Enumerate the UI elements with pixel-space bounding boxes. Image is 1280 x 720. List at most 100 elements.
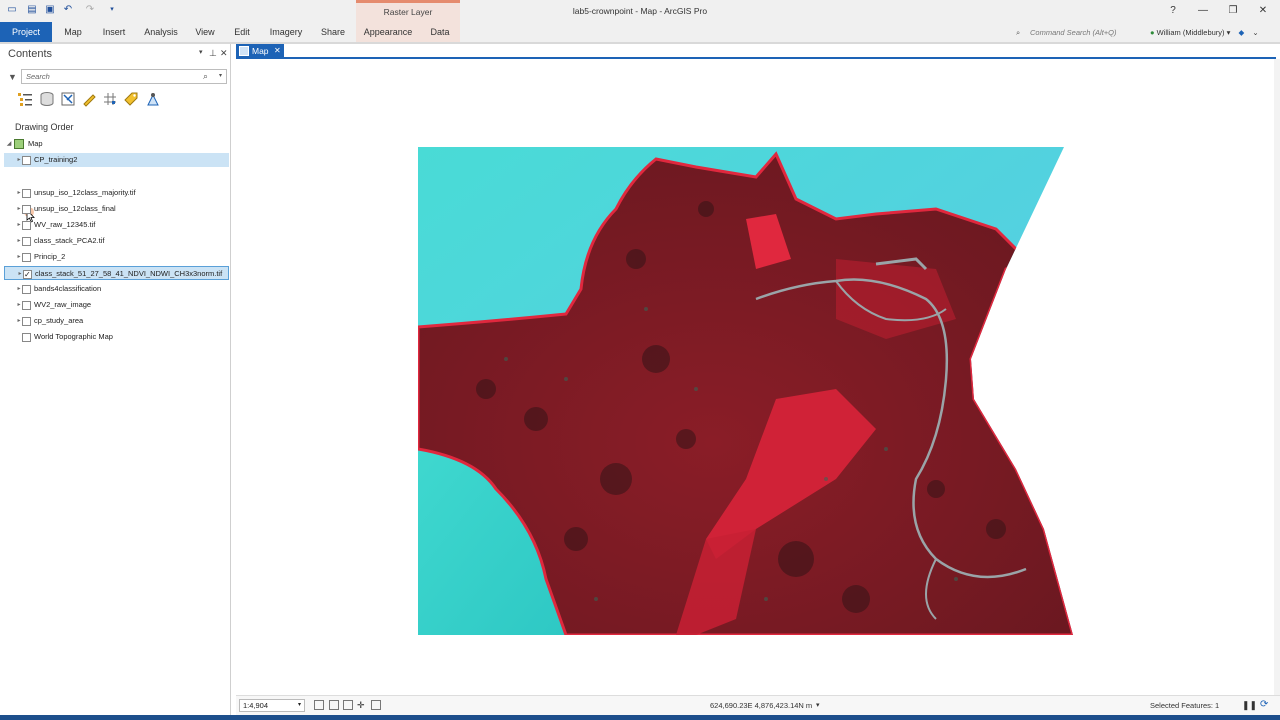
layer-row[interactable]: ▸ CP_training2 bbox=[4, 153, 229, 167]
visibility-checkbox[interactable] bbox=[22, 333, 31, 342]
refresh-icon[interactable]: ⟳ bbox=[1260, 699, 1268, 710]
list-by-drawing-order-icon[interactable] bbox=[17, 91, 33, 107]
tab-view[interactable]: View bbox=[190, 22, 220, 42]
map-tab-label: Map bbox=[252, 46, 269, 56]
layer-name: World Topographic Map bbox=[34, 332, 113, 341]
layer-row[interactable]: World Topographic Map bbox=[4, 330, 229, 344]
close-pane-icon[interactable]: ✕ bbox=[220, 48, 228, 59]
visibility-checkbox[interactable] bbox=[22, 253, 31, 262]
close-icon[interactable]: ✕ bbox=[274, 44, 281, 58]
open-project-icon[interactable]: ▤ bbox=[26, 4, 38, 16]
layer-name: Princip_2 bbox=[34, 252, 66, 261]
search-icon: ⌕ bbox=[1016, 28, 1021, 37]
map-canvas[interactable] bbox=[236, 59, 1274, 695]
layer-row[interactable]: ▸ WV_raw_12345.tif bbox=[4, 218, 229, 232]
layer-row-selected[interactable]: ▸ class_stack_51_27_58_41_NDVI_NDWI_CH3x… bbox=[4, 266, 229, 282]
layer-name: CP_training2 bbox=[34, 155, 78, 164]
scale-value: 1:4,904 bbox=[243, 701, 269, 710]
command-search-placeholder: Command Search (Alt+Q) bbox=[1030, 28, 1117, 37]
coordinates-readout: 624,690.23E 4,876,423.14N m bbox=[710, 701, 813, 710]
fixed-zoom-icon[interactable] bbox=[314, 700, 324, 710]
tab-edit[interactable]: Edit bbox=[228, 22, 256, 42]
layer-name: bands4classification bbox=[34, 284, 102, 293]
tab-insert[interactable]: Insert bbox=[96, 22, 132, 42]
window-title: lab5-crownpoint - Map - ArcGIS Pro bbox=[572, 6, 708, 16]
raster-imagery[interactable] bbox=[236, 59, 1274, 695]
layer-name: class_stack_PCA2.tif bbox=[34, 236, 105, 245]
layer-name: cp_study_area bbox=[34, 316, 84, 325]
list-by-editing-icon[interactable] bbox=[81, 91, 97, 107]
undo-icon[interactable]: ↶ bbox=[62, 4, 74, 16]
map-icon bbox=[239, 46, 249, 56]
visibility-checkbox[interactable] bbox=[22, 156, 31, 165]
layer-row[interactable]: ▸ class_stack_PCA2.tif bbox=[4, 234, 229, 248]
visibility-checkbox[interactable] bbox=[22, 189, 31, 198]
customize-qat-icon[interactable]: ▾ bbox=[106, 4, 118, 16]
list-by-snapping-icon[interactable] bbox=[102, 91, 118, 107]
visibility-checkbox[interactable] bbox=[22, 205, 31, 214]
save-project-icon[interactable]: ▣ bbox=[44, 4, 56, 16]
map-node-label: Map bbox=[28, 139, 43, 148]
list-by-selection-icon[interactable] bbox=[60, 91, 76, 107]
pan-icon[interactable]: ✛ bbox=[357, 700, 367, 710]
visibility-checkbox[interactable] bbox=[22, 317, 31, 326]
drawing-order-heading: Drawing Order bbox=[15, 122, 74, 132]
close-button[interactable]: ✕ bbox=[1253, 3, 1273, 19]
title-bar: ▭ ▤ ▣ ↶ ↷ ▾ Raster Layer lab5-crownpoint… bbox=[0, 0, 1280, 22]
layer-row[interactable]: ▸ WV2_raw_image bbox=[4, 298, 229, 312]
refresh-view-icon[interactable] bbox=[371, 700, 381, 710]
layer-row[interactable]: ▸ cp_study_area bbox=[4, 314, 229, 328]
notifications-icon[interactable]: ◆ bbox=[1239, 28, 1245, 37]
pin-icon[interactable]: ⊥ bbox=[209, 48, 217, 59]
ribbon-collapse-icon[interactable]: ⌄ bbox=[1252, 28, 1258, 37]
tab-data[interactable]: Data bbox=[420, 22, 460, 42]
chevron-down-icon[interactable]: ▾ bbox=[219, 70, 222, 83]
selected-features-count[interactable]: Selected Features: 1 bbox=[1150, 701, 1219, 710]
search-placeholder: Search bbox=[26, 72, 50, 81]
layer-row[interactable]: ▸ bands4classification bbox=[4, 282, 229, 296]
collapse-icon[interactable]: ◢ bbox=[4, 137, 14, 151]
chevron-down-icon: ▾ bbox=[1226, 28, 1231, 37]
visibility-checkbox[interactable] bbox=[22, 221, 31, 230]
pane-options-icon[interactable]: ▾ bbox=[199, 48, 203, 56]
visibility-checkbox[interactable] bbox=[22, 285, 31, 294]
filter-icon[interactable]: ▼ bbox=[8, 72, 17, 82]
new-project-icon[interactable]: ▭ bbox=[6, 4, 18, 16]
scale-select[interactable]: 1:4,904 ▾ bbox=[239, 699, 305, 712]
visibility-checkbox[interactable] bbox=[22, 237, 31, 246]
help-button[interactable]: ? bbox=[1163, 3, 1183, 19]
pause-drawing-icon[interactable]: ❚❚ bbox=[1242, 700, 1257, 711]
tab-analysis[interactable]: Analysis bbox=[140, 22, 182, 42]
layer-row[interactable]: ▸ unsup_iso_12class_majority.tif bbox=[4, 186, 229, 200]
tab-share[interactable]: Share bbox=[316, 22, 350, 42]
user-icon: ● bbox=[1150, 28, 1155, 37]
search-icon[interactable]: ⌕ bbox=[203, 70, 208, 83]
contents-search-input[interactable]: Search ⌕ ▾ bbox=[21, 69, 227, 84]
list-by-perspective-imagery-icon[interactable] bbox=[145, 91, 161, 107]
redo-icon[interactable]: ↷ bbox=[84, 4, 96, 16]
map-node[interactable]: ◢ Map bbox=[4, 137, 229, 151]
map-scrollbar[interactable] bbox=[1274, 59, 1280, 695]
contents-title: Contents bbox=[8, 48, 53, 60]
layer-row[interactable]: ▸ Princip_2 bbox=[4, 250, 229, 264]
map-icon bbox=[14, 139, 24, 149]
restore-button[interactable]: ❐ bbox=[1223, 3, 1243, 19]
tab-imagery[interactable]: Imagery bbox=[264, 22, 308, 42]
list-by-labeling-icon[interactable] bbox=[123, 91, 139, 107]
tab-project[interactable]: Project bbox=[0, 22, 52, 42]
user-name: William (Middlebury) bbox=[1156, 28, 1225, 37]
chevron-down-icon[interactable]: ▾ bbox=[816, 701, 820, 709]
tab-map[interactable]: Map bbox=[58, 22, 88, 42]
visibility-checkbox[interactable] bbox=[22, 301, 31, 310]
command-search-input[interactable]: ⌕ Command Search (Alt+Q) bbox=[1012, 25, 1140, 40]
tab-map-view[interactable]: Map ✕ bbox=[236, 44, 284, 58]
grid-icon[interactable] bbox=[343, 700, 353, 710]
list-by-source-icon[interactable] bbox=[39, 91, 55, 107]
minimize-button[interactable]: — bbox=[1193, 3, 1213, 19]
taskbar-edge bbox=[0, 715, 1280, 720]
user-account[interactable]: ● William (Middlebury) ▾ ◆ ⌄ bbox=[1150, 25, 1259, 40]
tab-appearance[interactable]: Appearance bbox=[356, 22, 420, 42]
layer-row[interactable]: ▸ unsup_iso_12class_final bbox=[4, 202, 229, 216]
full-extent-icon[interactable] bbox=[329, 700, 339, 710]
visibility-checkbox[interactable] bbox=[23, 268, 32, 282]
